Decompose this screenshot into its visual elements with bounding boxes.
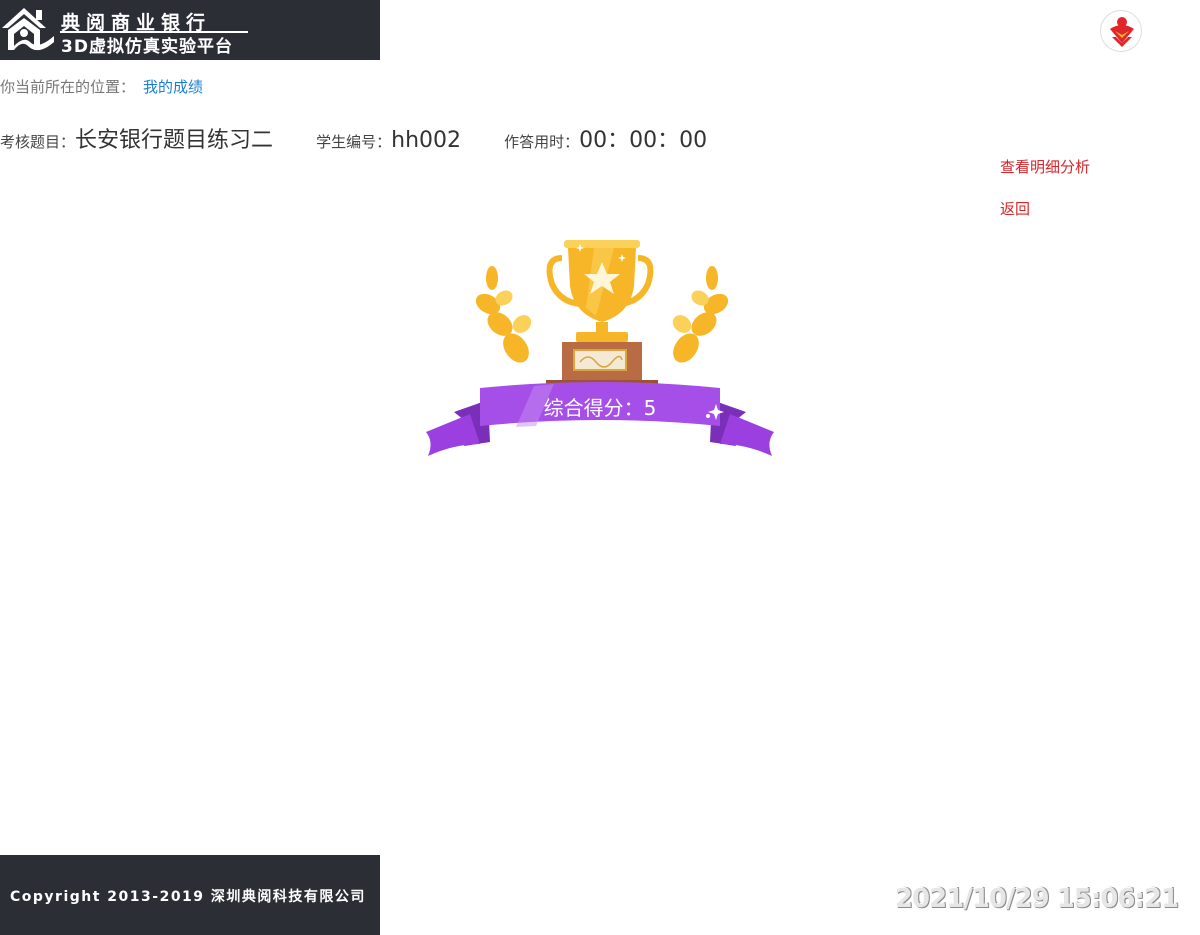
back-link[interactable]: 返回 xyxy=(1000,199,1090,241)
footer-bar: Copyright 2013-2019 深圳典阅科技有限公司 xyxy=(0,855,380,935)
copyright-text: Copyright 2013-2019 深圳典阅科技有限公司 xyxy=(10,889,366,905)
breadcrumb-current-link[interactable]: 我的成绩 xyxy=(143,78,203,96)
time-used-value: 00：00：00 xyxy=(579,128,708,153)
exam-info-row: 考核题目：长安银行题目练习二 学生编号：hh002 作答用时：00：00：00 xyxy=(0,122,745,154)
trophy-icon xyxy=(426,240,774,456)
logo-bar: 典阅商业银行 3D虚拟仿真实验平台 xyxy=(0,0,380,60)
overall-score: 综合得分：5 xyxy=(543,396,657,420)
breadcrumb-prefix: 你当前所在的位置： xyxy=(0,78,136,96)
side-actions: 查看明细分析 返回 xyxy=(1000,157,1090,241)
student-id-group: 学生编号：hh002 xyxy=(316,128,461,153)
score-trophy: 综合得分：5 xyxy=(424,236,776,462)
breadcrumb: 你当前所在的位置： 我的成绩 xyxy=(0,76,203,97)
exam-title-label: 考核题目： xyxy=(0,133,76,151)
user-avatar-icon[interactable] xyxy=(1100,10,1142,52)
time-used-label: 作答用时： xyxy=(504,133,580,151)
time-used-group: 作答用时：00：00：00 xyxy=(504,122,707,154)
datetime-clock: 2021/10/29 15:06:21 xyxy=(894,884,1179,914)
student-id-label: 学生编号： xyxy=(316,133,392,151)
brand-subtitle: 3D虚拟仿真实验平台 xyxy=(61,37,233,57)
house-hands-icon xyxy=(2,8,54,51)
exam-title-group: 考核题目：长安银行题目练习二 xyxy=(0,122,273,154)
view-detail-analysis-link[interactable]: 查看明细分析 xyxy=(1000,157,1090,199)
student-id-value: hh002 xyxy=(391,128,462,153)
exam-title-value: 长安银行题目练习二 xyxy=(75,128,274,153)
